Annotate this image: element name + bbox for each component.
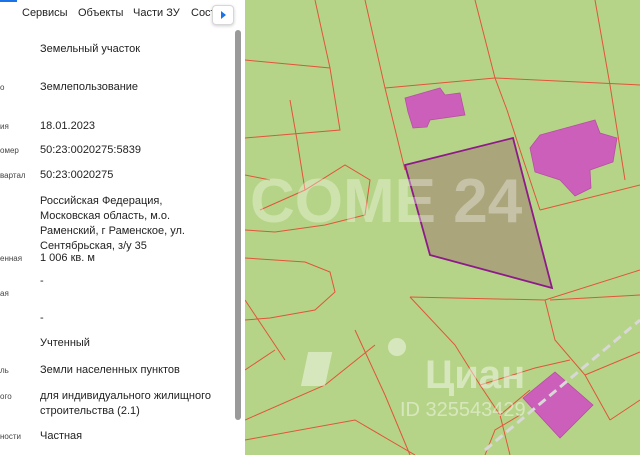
property-label: ль	[0, 366, 9, 375]
parcel-border	[494, 77, 640, 86]
parcel-border	[245, 299, 286, 361]
property-label: ности	[0, 432, 21, 441]
info-panel: Сервисы Объекты Части ЗУ Состав Земельны…	[0, 0, 245, 455]
watermark-logo-text: COME 24	[250, 167, 523, 236]
property-value: для индивидуального жилищного строительс…	[40, 390, 212, 417]
property-value: Учтенный	[40, 337, 90, 349]
property-label: ого	[0, 392, 12, 401]
building[interactable]	[529, 119, 618, 197]
building[interactable]	[522, 371, 594, 439]
parcel-border	[584, 351, 640, 376]
map-canvas[interactable]: COME 24 Циан ID 325543429	[245, 0, 640, 455]
property-value: 1 006 кв. м	[40, 252, 95, 264]
tab-services[interactable]: Сервисы	[22, 7, 68, 19]
watermark-id-text: ID 325543429	[400, 399, 526, 421]
tab-parcel-parts[interactable]: Части ЗУ	[133, 7, 180, 19]
parcel-border	[245, 257, 336, 321]
property-value: Частная	[40, 430, 83, 442]
parcel-border	[245, 419, 416, 455]
property-value: Землепользование	[40, 81, 139, 93]
property-value[interactable]: 50:23:0020275:5839	[40, 143, 225, 158]
tabs-scroll-right-button[interactable]	[212, 5, 234, 25]
parcel-border	[484, 414, 521, 455]
parcel-border	[384, 77, 496, 89]
property-label: енная	[0, 254, 23, 263]
property-label: о	[0, 83, 5, 92]
property-value: -	[40, 275, 44, 287]
property-value: Российская Федерация, Московская область…	[40, 195, 185, 252]
chevron-right-icon	[220, 11, 226, 19]
parcel-border	[474, 0, 508, 111]
tab-objects[interactable]: Объекты	[78, 7, 123, 19]
property-label: вартал	[0, 171, 26, 180]
property-value[interactable]: 50:23:0020275	[40, 168, 225, 183]
cadastral-map[interactable]: COME 24 Циан ID 325543429	[245, 0, 640, 455]
property-value: Земельный участок	[40, 43, 141, 55]
panel-scrollbar[interactable]	[235, 30, 241, 420]
parcel-border	[609, 399, 640, 421]
property-value: -	[40, 312, 44, 324]
tab-bar: Сервисы Объекты Части ЗУ Состав	[0, 0, 245, 28]
watermark-brand-text: Циан	[425, 353, 525, 397]
parcel-border	[364, 0, 406, 171]
parcel-border	[314, 0, 331, 69]
active-tab-indicator	[0, 0, 17, 2]
parcel-border	[549, 294, 640, 301]
property-label: ая	[0, 289, 9, 298]
parcel-border	[245, 59, 341, 139]
parcel-border	[245, 349, 276, 371]
building[interactable]	[404, 87, 466, 129]
property-value: 18.01.2023	[40, 120, 96, 132]
property-label: ия	[0, 122, 9, 131]
property-value: Земли населенных пунктов	[40, 364, 180, 376]
property-label: омер	[0, 146, 19, 155]
